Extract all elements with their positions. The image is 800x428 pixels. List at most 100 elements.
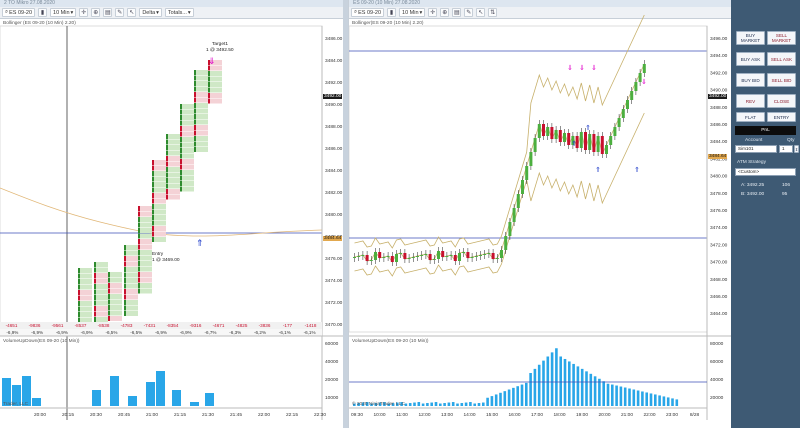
buy-marker-icon: ⇑ xyxy=(585,124,591,132)
close-button[interactable]: CLOSE xyxy=(767,94,796,108)
right-current-price-marker: 3492.00 xyxy=(708,94,728,99)
volume-bar xyxy=(408,403,412,406)
sell-market-button[interactable]: SELL MARKET xyxy=(767,31,796,45)
volume-tick-label: 60000 xyxy=(325,341,339,347)
footprint-bar xyxy=(194,136,196,141)
delta-dropdown[interactable]: Delta ▾ xyxy=(139,8,162,17)
crosshair-icon[interactable]: ✛ xyxy=(428,8,438,17)
pct-cell: -6,7% xyxy=(204,330,217,335)
instrument-search-icon: ⌕ xyxy=(5,9,9,15)
footprint-bar xyxy=(180,120,182,126)
left-interval-selector[interactable]: 10 Min ▾ xyxy=(50,8,77,17)
buy-market-button[interactable]: BUY MARKET xyxy=(736,31,765,45)
sell-marker-icon: ⇓ xyxy=(641,78,647,86)
candle-body xyxy=(470,257,474,258)
account-select[interactable]: Sim101 xyxy=(735,145,777,153)
qty-spinner[interactable]: ⇕ xyxy=(794,145,799,153)
time-tick-label: 11:00 xyxy=(396,412,408,418)
price-tick-label: 3486.00 xyxy=(325,146,343,152)
volume-bar xyxy=(426,403,429,406)
drawing-tools-icon[interactable]: ✎ xyxy=(115,8,125,17)
volume-bar xyxy=(615,385,618,406)
chart-trader-icon[interactable]: ⇅ xyxy=(488,8,498,17)
right-interval-selector[interactable]: 10 Min ▾ xyxy=(399,8,426,17)
bollinger-bands xyxy=(354,14,645,277)
bars-icon[interactable]: ▮ xyxy=(387,8,397,17)
footprint-bar xyxy=(166,150,168,156)
properties-icon[interactable]: ▤ xyxy=(452,8,462,17)
crosshair-icon[interactable]: ✛ xyxy=(79,8,89,17)
pct-cell: -6,9% xyxy=(31,330,44,335)
footprint-cell xyxy=(210,93,222,98)
footprint-bar xyxy=(166,172,168,178)
candlesticks xyxy=(353,60,646,266)
candle-body xyxy=(395,254,398,262)
footprint-bar xyxy=(78,312,80,317)
properties-icon[interactable]: ▤ xyxy=(103,8,113,17)
footprint-cell xyxy=(110,305,122,310)
volume-bar xyxy=(473,403,476,406)
footprint-cell xyxy=(140,244,152,250)
price-tick-label: 3478.00 xyxy=(710,191,728,197)
footprint-bar xyxy=(166,134,168,139)
atm-strategy-select[interactable]: <Custom> xyxy=(735,168,796,176)
left-toolbar: ⌕ ES 09-20 ▮ 10 Min ▾ ✛ ⊕ ▤ ✎ ↖ Delta ▾ … xyxy=(0,7,343,19)
drawing-tools-icon[interactable]: ✎ xyxy=(464,8,474,17)
candle-body xyxy=(369,260,373,261)
footprint-cell xyxy=(154,171,166,176)
price-tick-label: 3476.00 xyxy=(710,208,728,214)
bars-icon[interactable]: ▮ xyxy=(38,8,48,17)
zoom-icon[interactable]: ⊕ xyxy=(91,8,101,17)
price-tick-label: 3496.00 xyxy=(710,36,728,42)
footprint-bar xyxy=(78,301,80,306)
footprint-cell xyxy=(140,206,152,211)
candle-body xyxy=(634,82,638,91)
left-time-axis: 20:00 20:15 20:30 20:45 21:00 21:15 21:30 21:45… xyxy=(34,412,326,418)
footprint-cell xyxy=(168,156,180,161)
price-tick-label: 3470.00 xyxy=(325,322,343,328)
candle-body xyxy=(558,130,562,142)
candle-body xyxy=(642,64,646,73)
footprint-cell xyxy=(140,233,152,239)
volume-bar xyxy=(32,398,41,406)
zoom-icon[interactable]: ⊕ xyxy=(440,8,450,17)
right-instrument-selector[interactable]: ⌕ ES 09-20 xyxy=(351,8,385,17)
volume-bar xyxy=(460,403,464,406)
footprint-cell xyxy=(182,142,194,148)
volume-bar xyxy=(434,402,438,406)
footprint-bar xyxy=(138,222,140,228)
sell-bid-button[interactable]: SELL BID xyxy=(767,73,796,87)
entry-button[interactable]: ENTRY xyxy=(767,112,796,122)
footprint-cell xyxy=(110,277,122,283)
footprint-bar xyxy=(180,181,182,186)
candle-body xyxy=(521,180,524,194)
flat-button[interactable]: FLAT xyxy=(736,112,765,122)
candle-body xyxy=(638,73,642,82)
footprint-bar xyxy=(180,104,182,109)
volume-bar xyxy=(421,403,425,406)
reverse-button[interactable]: REV xyxy=(736,94,765,108)
cursor-icon[interactable]: ↖ xyxy=(127,8,137,17)
delta-cell: -4671 xyxy=(212,323,225,328)
candle-body xyxy=(592,134,596,152)
footprint-cell xyxy=(126,294,138,300)
volume-bar xyxy=(146,382,155,406)
time-tick-label: 22:15 xyxy=(286,412,298,418)
buy-ask-button[interactable]: BUY ASK xyxy=(736,52,765,66)
volume-bar xyxy=(619,386,623,406)
time-tick-label: 21:45 xyxy=(230,412,242,418)
left-instrument-selector[interactable]: ⌕ ES 09-20 xyxy=(2,8,36,17)
buy-bid-button[interactable]: BUY BID xyxy=(736,73,765,87)
cursor-icon[interactable]: ↖ xyxy=(476,8,486,17)
volume-bar xyxy=(413,402,416,406)
qty-input[interactable]: 1 xyxy=(779,145,793,153)
footprint-bar xyxy=(180,164,182,170)
time-tick-label: 09:30 xyxy=(351,412,363,418)
pct-cell: -6,1% xyxy=(278,330,291,335)
footprint-bar xyxy=(180,148,182,153)
footprint-cell xyxy=(154,182,166,187)
right-time-axis: 09:30 10:00 11:00 12:00 13:00 14:00 15:00 16:00… xyxy=(351,412,700,418)
footprint-cell xyxy=(140,283,152,288)
sell-ask-button[interactable]: SELL ASK xyxy=(767,52,796,66)
totals-dropdown[interactable]: Totals... ▾ xyxy=(164,8,194,17)
